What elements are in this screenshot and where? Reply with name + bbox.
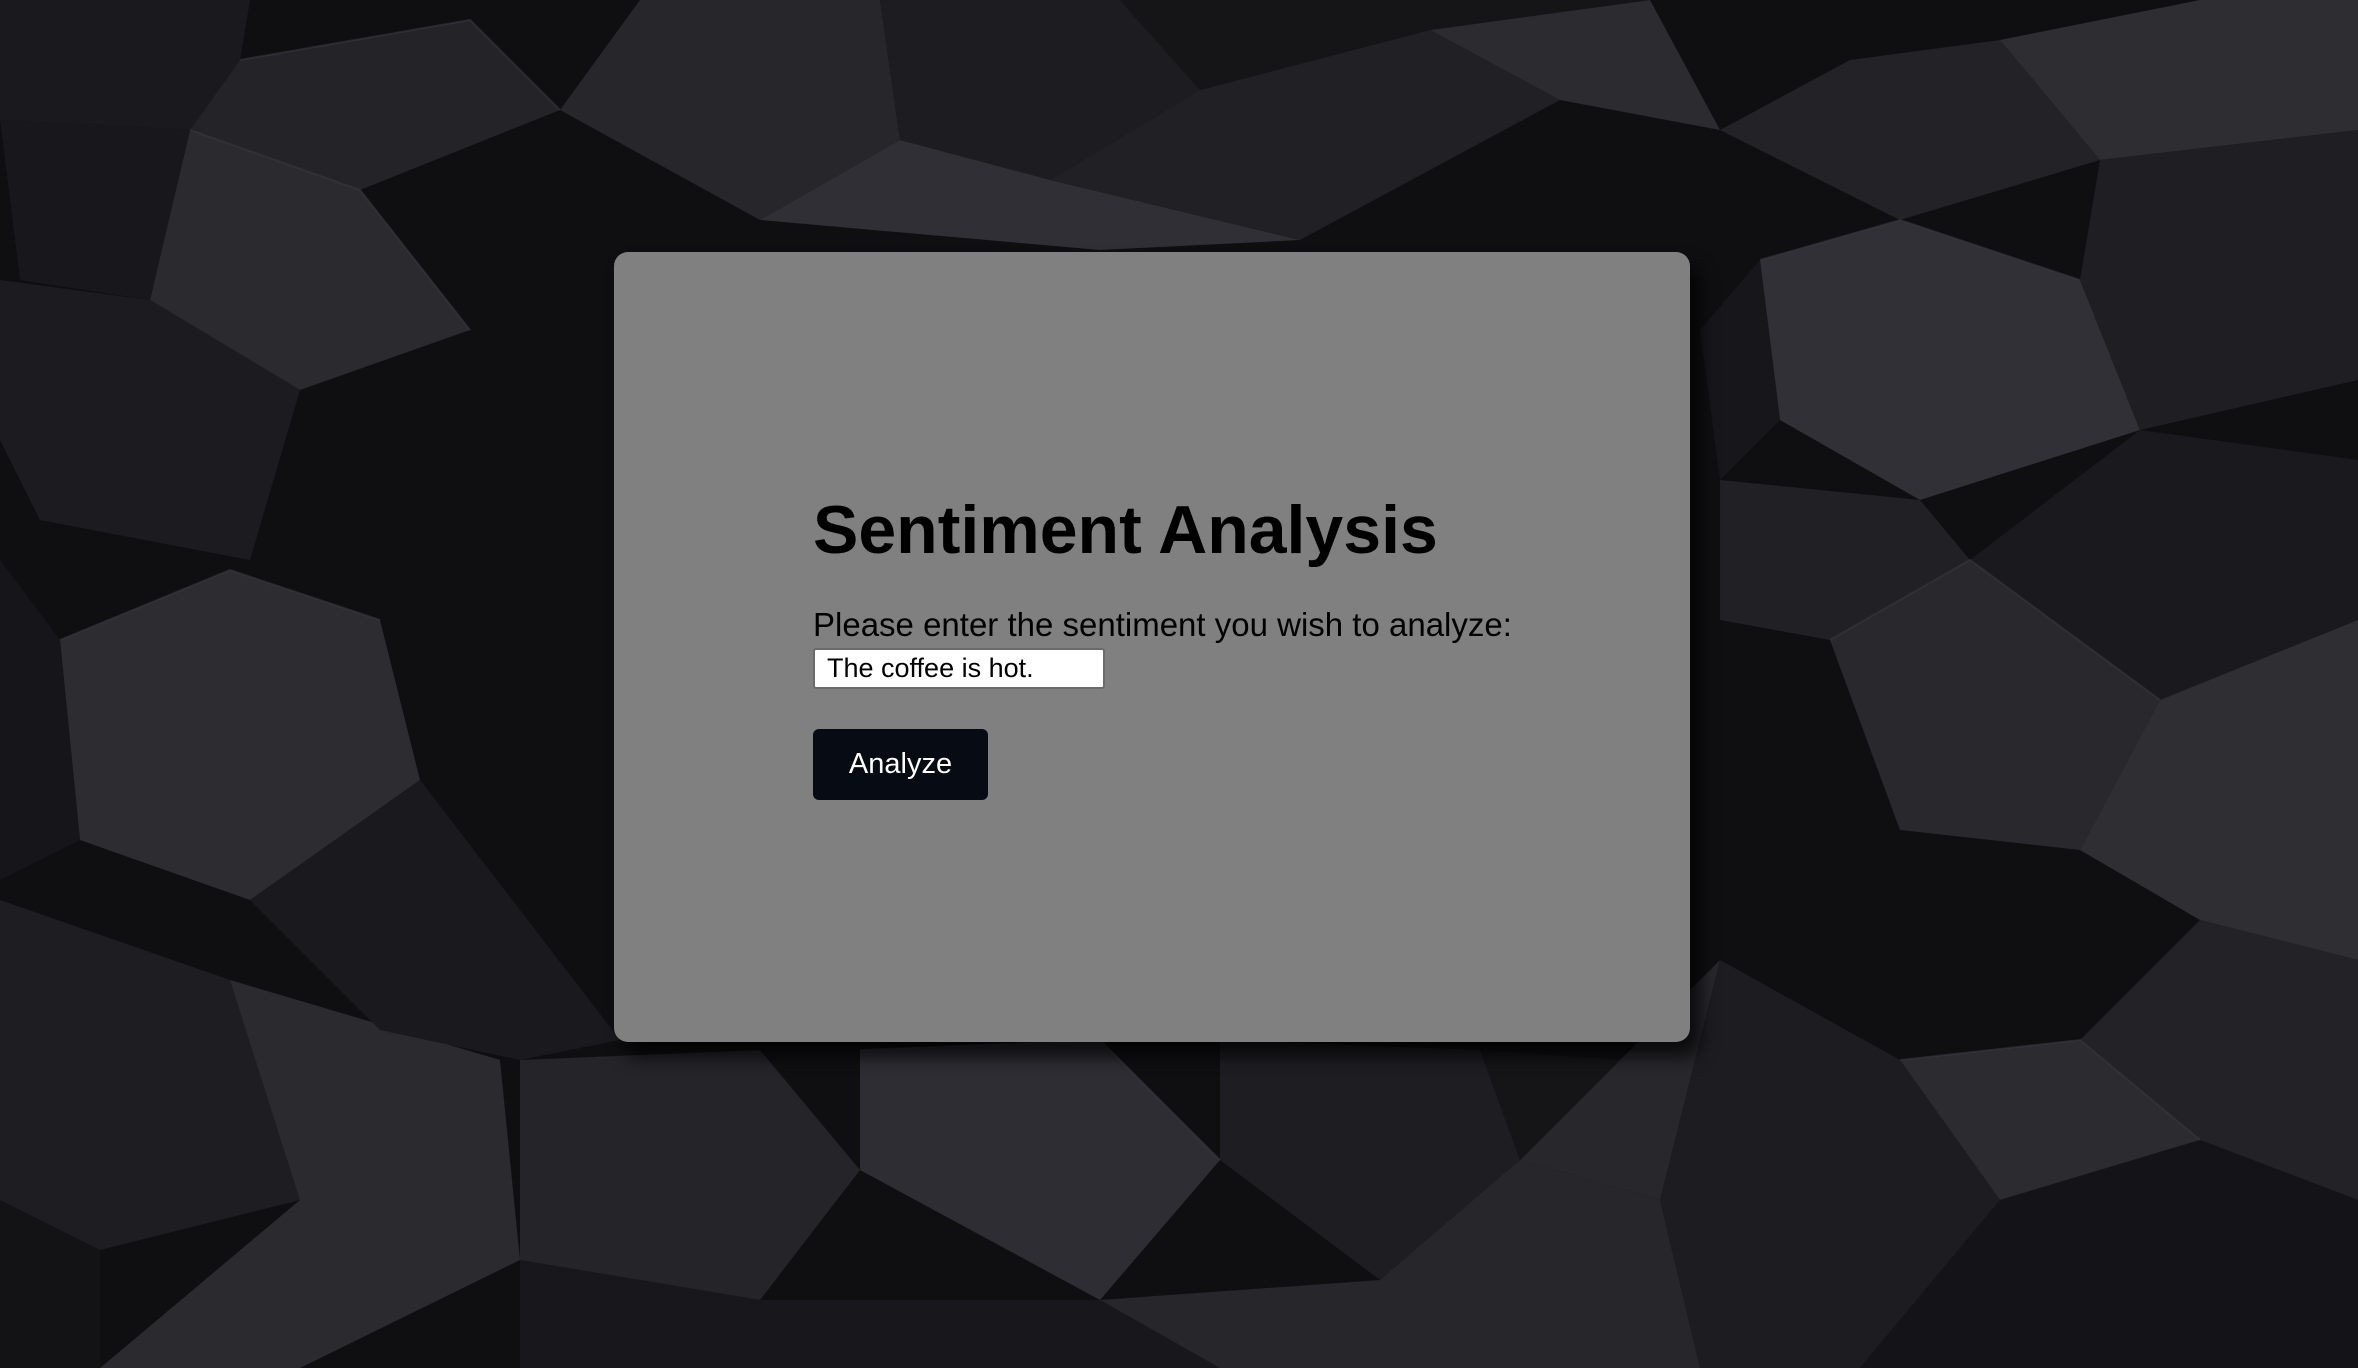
page-title: Sentiment Analysis (813, 492, 1438, 568)
sentiment-form: Sentiment Analysis Please enter the sent… (813, 490, 1573, 800)
sentiment-input[interactable] (813, 648, 1105, 689)
sentiment-prompt-label: Please enter the sentiment you wish to a… (813, 606, 1512, 643)
analyze-button[interactable]: Analyze (813, 729, 988, 800)
sentiment-form-panel: Sentiment Analysis Please enter the sent… (614, 252, 1690, 1042)
